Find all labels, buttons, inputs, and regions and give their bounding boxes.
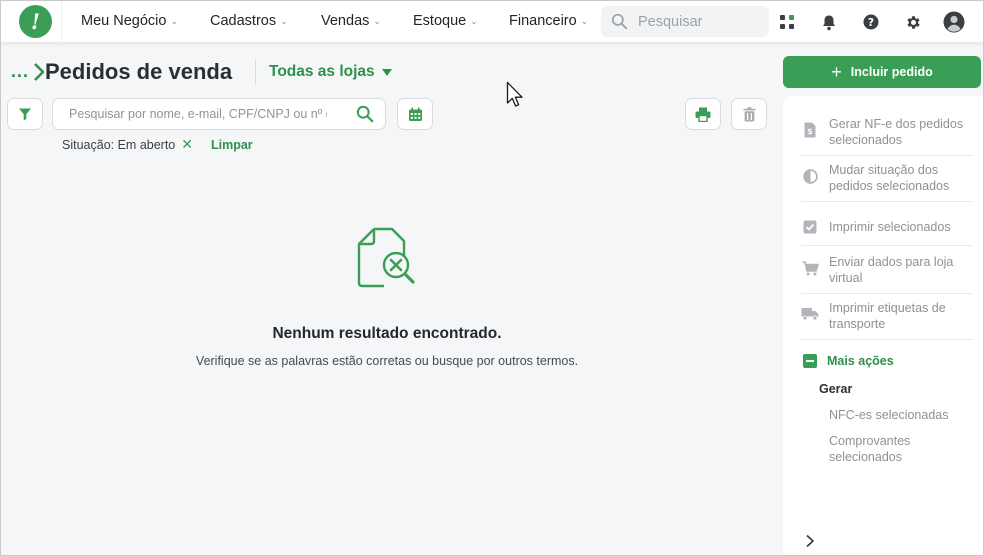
logo-divider [61, 1, 62, 43]
action-change-status[interactable]: Mudar situação dos pedidos selecionados [801, 162, 973, 202]
chevron-down-icon: ⌄ [373, 15, 381, 26]
active-filter-chip: Situação: Em aberto ✕ Limpar [62, 136, 253, 153]
global-search-input[interactable] [638, 13, 763, 30]
nav-item-label: Meu Negócio [81, 13, 167, 29]
empty-state-subtitle: Verifique se as palavras estão corretas … [195, 354, 579, 368]
nav-item-financeiro[interactable]: Financeiro ⌄ [509, 13, 588, 29]
action-print-shipping-labels[interactable]: Imprimir etiquetas de transporte [801, 300, 973, 340]
more-actions-label: Mais ações [827, 354, 894, 368]
date-filter-button[interactable] [397, 98, 433, 130]
delete-button[interactable] [731, 98, 767, 130]
svg-text:$: $ [807, 127, 813, 136]
search-icon [611, 13, 628, 30]
chevron-down-icon: ⌄ [580, 15, 589, 26]
apps-icon[interactable] [777, 12, 797, 32]
calendar-icon [408, 107, 422, 121]
chevron-right-icon[interactable] [805, 534, 815, 548]
include-order-label: Incluir pedido [850, 65, 933, 79]
plus-icon: + [831, 62, 842, 82]
truck-icon [801, 305, 819, 323]
title-divider [255, 59, 256, 85]
action-label: Imprimir selecionados [829, 219, 951, 234]
checkbox-icon [801, 218, 819, 236]
store-selector-label: Todas as lojas [269, 63, 375, 80]
empty-state-title: Nenhum resultado encontrado. [272, 325, 502, 342]
chevron-down-icon: ⌄ [170, 15, 178, 26]
filter-icon [19, 108, 31, 121]
cart-icon [801, 259, 819, 277]
orders-search-input[interactable] [69, 107, 327, 121]
more-actions-toggle[interactable]: Mais ações [803, 354, 894, 368]
half-circle-icon [801, 167, 819, 185]
nav-item-label: Financeiro [509, 13, 577, 29]
action-label: Enviar dados para loja virtual [829, 255, 954, 285]
action-send-online-store[interactable]: Enviar dados para loja virtual [801, 254, 973, 294]
action-label: Mudar situação dos pedidos selecionados [829, 163, 950, 193]
nav-item-estoque[interactable]: Estoque ⌄ [413, 13, 478, 29]
document-search-empty-icon [357, 227, 415, 288]
chevron-down-icon: ⌄ [280, 15, 288, 26]
nav-item-meu-negocio[interactable]: Meu Negócio ⌄ [81, 13, 178, 29]
generate-receipts-link[interactable]: Comprovantes selecionados [829, 433, 939, 465]
action-print-selected[interactable]: Imprimir selecionados [801, 208, 973, 246]
user-avatar-icon[interactable] [943, 11, 965, 33]
app-window: ! Meu Negócio ⌄ Cadastros ⌄ Vendas ⌄ Est… [1, 1, 983, 555]
orders-search-field[interactable] [52, 98, 386, 130]
action-label: Gerar NF-e dos pedidos selecionados [829, 117, 964, 147]
chevron-right-icon [34, 62, 45, 81]
breadcrumb[interactable]: ... [11, 61, 45, 82]
mouse-cursor-icon [506, 81, 523, 107]
collapse-minus-icon [803, 354, 817, 368]
generate-heading: Gerar [819, 382, 853, 396]
document-dollar-icon: $ [801, 121, 819, 139]
include-order-button[interactable]: + Incluir pedido [783, 56, 981, 88]
store-selector[interactable]: Todas as lojas [269, 63, 392, 81]
nav-item-label: Vendas [321, 13, 370, 29]
remove-filter-icon[interactable]: ✕ [181, 136, 193, 153]
filter-situation-label: Situação: Em aberto [62, 137, 176, 152]
bell-icon[interactable] [819, 12, 839, 32]
nav-item-vendas[interactable]: Vendas ⌄ [321, 13, 381, 29]
nav-item-cadastros[interactable]: Cadastros ⌄ [210, 13, 288, 29]
action-generate-nfe[interactable]: $ Gerar NF-e dos pedidos selecionados [801, 116, 973, 156]
svg-text:?: ? [868, 16, 874, 29]
breadcrumb-ellipsis[interactable]: ... [11, 61, 29, 82]
actions-side-panel: $ Gerar NF-e dos pedidos selecionados Mu… [783, 96, 983, 555]
trash-icon [743, 106, 755, 121]
caret-down-icon [381, 68, 392, 76]
clear-filters-link[interactable]: Limpar [211, 138, 253, 152]
help-icon[interactable]: ? [861, 12, 881, 32]
print-button[interactable] [685, 98, 721, 130]
top-navigation-bar: ! Meu Negócio ⌄ Cadastros ⌄ Vendas ⌄ Est… [1, 1, 983, 43]
nav-item-label: Cadastros [210, 13, 277, 29]
page-title: Pedidos de venda [45, 59, 233, 84]
search-icon[interactable] [356, 105, 374, 123]
chevron-down-icon: ⌄ [470, 15, 478, 26]
printer-icon [695, 107, 711, 122]
filter-button[interactable] [7, 98, 43, 130]
global-search[interactable] [601, 6, 769, 37]
app-logo[interactable]: ! [19, 5, 52, 38]
action-label: Imprimir etiquetas de transporte [829, 301, 946, 331]
gear-icon[interactable] [903, 12, 923, 32]
generate-nfce-link[interactable]: NFC-es selecionadas [829, 407, 949, 423]
nav-item-label: Estoque [413, 13, 467, 29]
